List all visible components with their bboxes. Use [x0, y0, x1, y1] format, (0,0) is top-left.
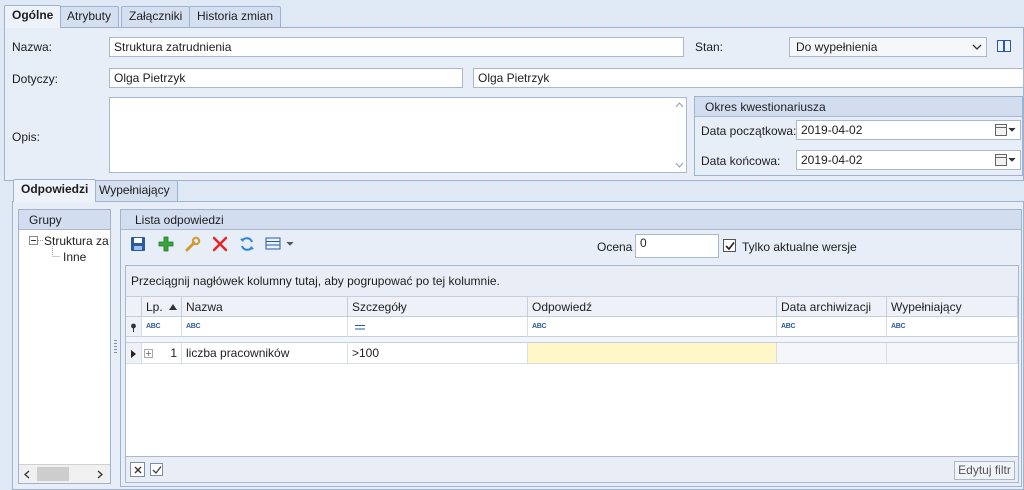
opis-textarea[interactable] — [109, 97, 687, 173]
tab-odpowiedzi[interactable]: Odpowiedzi — [13, 179, 97, 202]
table-row[interactable]: 1 liczba pracowników >100 — [126, 343, 1018, 364]
group-by-hint: Przeciągnij nagłówek kolumny tutaj, aby … — [126, 266, 1018, 297]
text-filter-icon: ABC — [186, 323, 201, 330]
equals-filter-icon — [355, 325, 365, 330]
data-koncowa-input[interactable]: 2019-04-02 — [796, 150, 1021, 170]
checkmark-icon — [152, 466, 162, 475]
edit-filter-button[interactable]: Edytuj filtr — [954, 461, 1015, 480]
col-header-wypelniajacy[interactable]: Wypełniający — [887, 297, 1018, 317]
expand-icon[interactable] — [144, 349, 153, 358]
stan-value: Do wypełnienia — [796, 40, 878, 54]
data-poczatkowa-value: 2019-04-02 — [801, 123, 863, 137]
dotyczy-input-1[interactable]: Olga Pietrzyk — [109, 68, 463, 88]
cell-lp[interactable]: 1 — [142, 343, 182, 364]
close-icon — [134, 466, 142, 474]
tree-collapse-icon[interactable] — [29, 236, 38, 245]
cell-lp-value: 1 — [170, 346, 177, 360]
checkmark-icon — [725, 242, 735, 251]
filter-row-indicator — [126, 317, 142, 337]
current-row-icon — [131, 350, 136, 358]
export-icon[interactable] — [265, 236, 295, 252]
okres-title: Okres kwestionariusza — [695, 97, 1022, 117]
tree-child-label[interactable]: Inne — [63, 250, 86, 264]
col-header-data-archiwizacji[interactable]: Data archiwizacji — [777, 297, 887, 317]
stan-label: Stan: — [695, 40, 724, 54]
cell-szczegoly[interactable]: >100 — [348, 343, 528, 364]
groups-hscrollbar[interactable] — [19, 464, 110, 483]
calendar-icon[interactable] — [995, 154, 1017, 166]
data-koncowa-value: 2019-04-02 — [801, 153, 863, 167]
col-header-odpowiedz[interactable]: Odpowiedź — [528, 297, 777, 317]
tab-atrybuty[interactable]: Atrybuty — [59, 6, 120, 27]
text-filter-icon: ABC — [891, 323, 906, 330]
nazwa-label: Nazwa: — [12, 40, 53, 54]
groups-title: Grupy — [19, 210, 110, 230]
filter-odpowiedz[interactable]: ABC — [528, 317, 777, 337]
answers-list-title: Lista odpowiedzi — [121, 210, 1021, 230]
cell-nazwa[interactable]: liczba pracowników — [182, 343, 348, 364]
sort-asc-icon — [169, 304, 177, 310]
data-poczatkowa-label: Data początkowa: — [701, 124, 797, 138]
cell-odpowiedz[interactable] — [528, 343, 777, 364]
only-current-label[interactable]: Tylko aktualne wersje — [742, 240, 857, 254]
chevron-right-icon[interactable] — [97, 470, 103, 479]
col-header-nazwa[interactable]: Nazwa — [182, 297, 348, 317]
tree-root-label[interactable]: Struktura zatrudnienia — [44, 234, 109, 248]
dotyczy-input-2[interactable]: Olga Pietrzyk — [473, 68, 1024, 88]
filter-enabled-checkbox[interactable] — [150, 463, 163, 476]
data-koncowa-label: Data końcowa: — [701, 154, 781, 168]
save-icon[interactable] — [130, 236, 146, 252]
cell-wypelniajacy[interactable] — [887, 343, 1018, 364]
calendar-icon[interactable] — [995, 124, 1017, 136]
opis-label: Opis: — [12, 130, 41, 144]
splitter-handle[interactable] — [114, 340, 117, 354]
tab-wypelniajacy[interactable]: Wypełniający — [91, 180, 178, 201]
text-filter-icon: ABC — [781, 323, 796, 330]
stan-select[interactable]: Do wypełnienia — [789, 37, 987, 57]
dotyczy-label: Dotyczy: — [12, 72, 59, 86]
scroll-thumb[interactable] — [37, 467, 69, 481]
tab-zalaczniki[interactable]: Załączniki — [121, 6, 191, 27]
filter-nazwa[interactable]: ABC — [182, 317, 348, 337]
tab-ogolne[interactable]: Ogólne — [4, 5, 62, 28]
col-header-lp[interactable]: Lp. — [142, 297, 182, 317]
only-current-checkbox[interactable] — [723, 239, 736, 252]
text-filter-icon: ABC — [146, 323, 161, 330]
delete-icon[interactable] — [212, 236, 228, 252]
pin-icon — [131, 323, 136, 332]
cell-data-archiwizacji[interactable] — [777, 343, 887, 364]
grid-footer — [125, 457, 1019, 483]
chevron-down-icon — [972, 44, 982, 50]
scroll-down-icon[interactable] — [675, 162, 684, 168]
tab-historia-zmian[interactable]: Historia zmian — [189, 6, 282, 27]
row-indicator — [126, 343, 142, 364]
clear-filter-button[interactable] — [130, 462, 145, 477]
ocena-label: Ocena — [597, 240, 633, 254]
filter-lp[interactable]: ABC — [142, 317, 182, 337]
nazwa-input[interactable]: Struktura zatrudnienia — [109, 37, 684, 57]
filter-data-archiwizacji[interactable]: ABC — [777, 317, 887, 337]
row-indicator-header — [126, 297, 142, 317]
filter-szczegoly[interactable] — [348, 317, 528, 337]
col-header-lp-label: Lp. — [146, 300, 163, 314]
book-icon[interactable] — [996, 38, 1012, 54]
chevron-left-icon[interactable] — [24, 470, 30, 479]
col-header-szczegoly[interactable]: Szczegóły — [348, 297, 528, 317]
add-icon[interactable] — [158, 236, 174, 252]
filter-wypelniajacy[interactable]: ABC — [887, 317, 1018, 337]
refresh-icon[interactable] — [239, 236, 255, 252]
ocena-input[interactable]: 0 — [635, 234, 719, 258]
data-poczatkowa-input[interactable]: 2019-04-02 — [796, 120, 1021, 140]
wrench-icon[interactable] — [185, 236, 201, 252]
scroll-up-icon[interactable] — [675, 102, 684, 108]
text-filter-icon: ABC — [532, 323, 547, 330]
